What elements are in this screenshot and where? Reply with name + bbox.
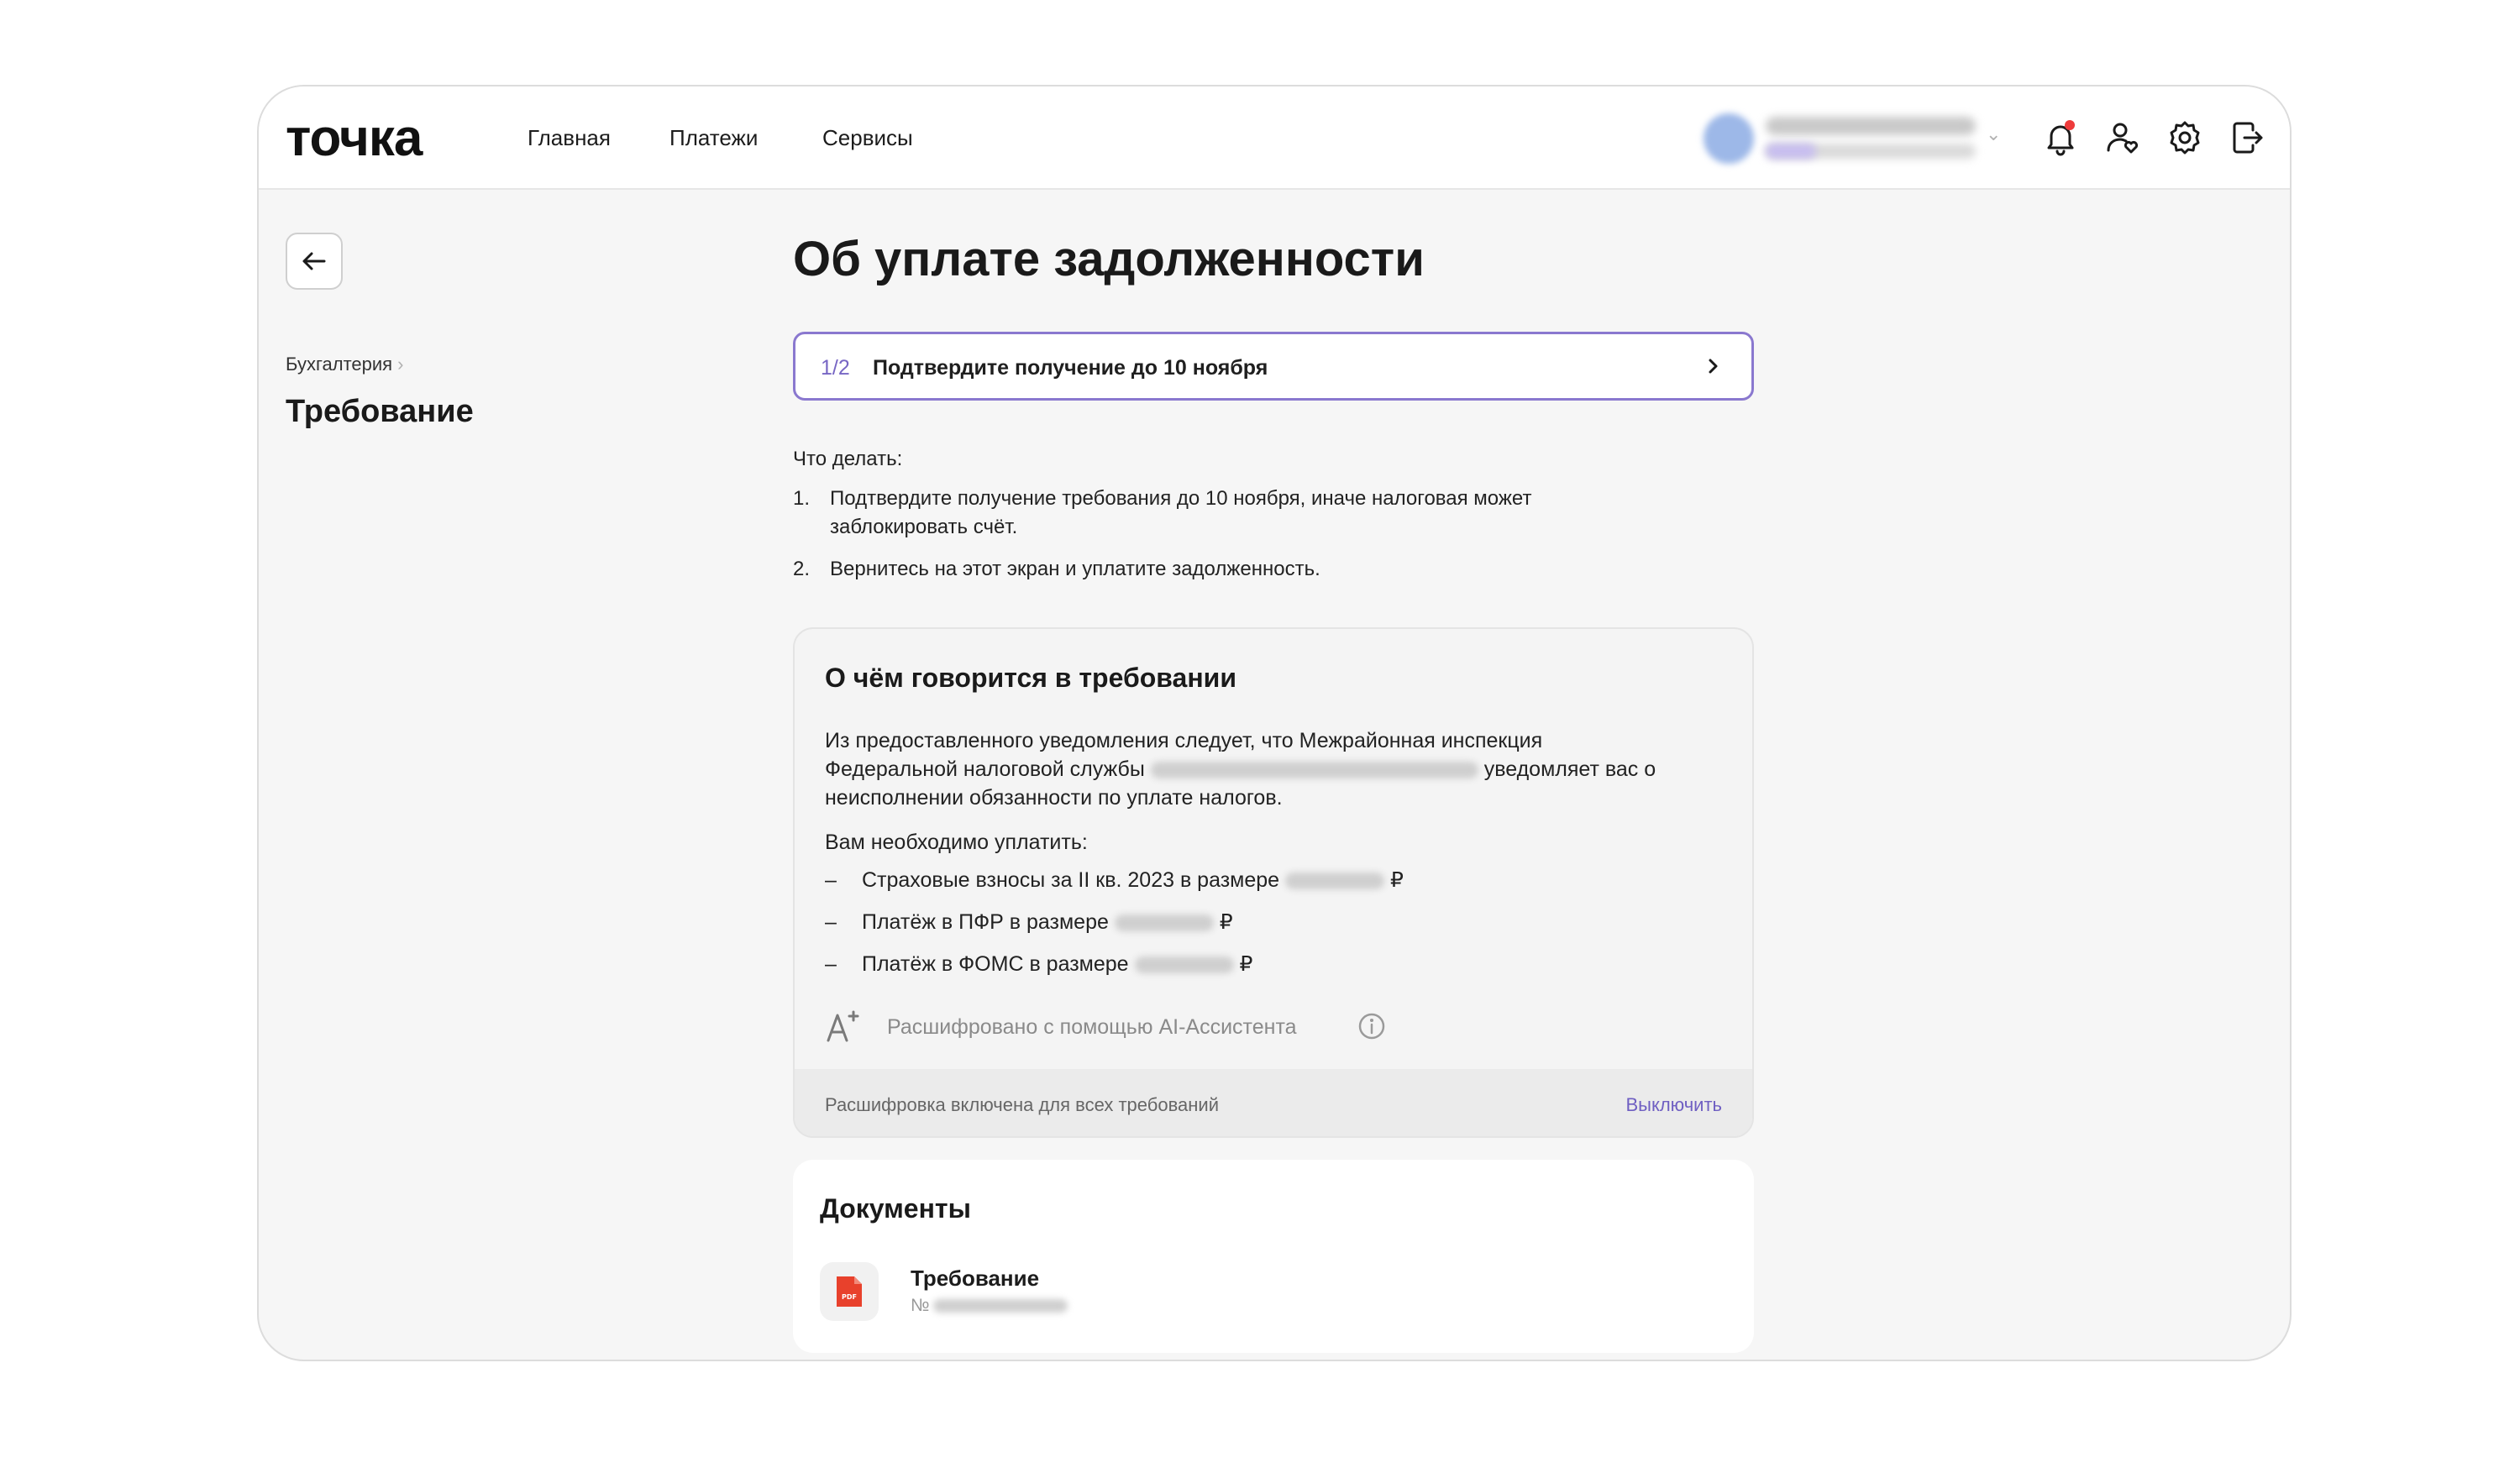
amount-redacted [1134, 957, 1234, 974]
list-dash: – [825, 952, 837, 976]
gear-icon[interactable] [2166, 118, 2204, 157]
notification-dot [2065, 120, 2075, 130]
payment-item: – Страховые взносы за II кв. 2023 в разме… [825, 866, 1404, 894]
pdf-file-icon: PDF [820, 1262, 879, 1321]
bell-icon[interactable] [2041, 118, 2080, 157]
document-name: Требование [911, 1266, 1040, 1291]
disable-button[interactable]: Выключить [1625, 1094, 1722, 1116]
number-prefix: № [911, 1296, 930, 1315]
payment-text: Платёж в ПФР в размере [862, 910, 1109, 934]
info-icon[interactable] [1357, 1012, 1386, 1045]
todo-heading: Что делать: [793, 448, 903, 470]
summary-paragraph: Из предоставленного уведомления следует,… [825, 726, 1665, 812]
ai-sparkle-icon [827, 1010, 859, 1042]
list-dash: – [825, 910, 837, 934]
list-dash: – [825, 868, 837, 892]
svg-text:PDF: PDF [842, 1293, 857, 1301]
document-item[interactable]: PDF Требование № [820, 1260, 1324, 1324]
step-banner[interactable]: 1/2 Подтвердите получение до 10 ноября [793, 332, 1754, 401]
step-label: Подтвердите получение до 10 ноября [873, 356, 1268, 380]
card-footer: Расшифровка включена для всех требований… [795, 1069, 1752, 1136]
todo-number: 2. [793, 558, 811, 580]
todo-text: Вернитесь на этот экран и уплатите задол… [830, 558, 1320, 580]
ai-attribution-text: Расшифровано с помощью AI-Ассистента [887, 1015, 1297, 1039]
nav-item-services[interactable]: Сервисы [822, 125, 913, 151]
inspection-name-redacted [1150, 762, 1478, 779]
nav-item-home[interactable]: Главная [528, 125, 611, 151]
requirement-summary-card: О чём говорится в требовании Из предоста… [793, 627, 1754, 1138]
payment-item: – Платёж в ФОМС в размере ₽ [825, 950, 1252, 978]
currency-sign: ₽ [1389, 868, 1404, 892]
account-switcher[interactable]: ⌄ [1704, 112, 2023, 165]
footer-note: Расшифровка включена для всех требований [825, 1094, 1219, 1115]
chevron-down-icon: ⌄ [1986, 123, 2002, 144]
step-counter: 1/2 [821, 356, 850, 380]
breadcrumb-accounting[interactable]: Бухгалтерия [286, 354, 392, 375]
top-header: точка Главная Платежи Сервисы ⌄ [259, 86, 2290, 190]
app-window: точка Главная Платежи Сервисы ⌄ Бухгалте… [257, 85, 2292, 1361]
nav-item-payments[interactable]: Платежи [669, 125, 758, 151]
todo-text: Подтвердите получение требования до 10 н… [830, 487, 1532, 538]
back-button[interactable] [286, 233, 343, 290]
currency-sign: ₽ [1239, 952, 1253, 976]
arrow-left-icon [302, 252, 326, 270]
document-number-redacted [932, 1299, 1068, 1313]
currency-sign: ₽ [1219, 910, 1233, 934]
documents-title: Документы [820, 1193, 971, 1224]
card-title: О чём говорится в требовании [825, 663, 1236, 693]
amount-redacted [1285, 873, 1385, 890]
logout-icon[interactable] [2228, 118, 2266, 157]
account-tag-redacted [1766, 144, 1816, 159]
user-heart-icon[interactable] [2103, 118, 2142, 157]
logo[interactable]: точка [286, 108, 423, 168]
chevron-right-icon [1701, 354, 1725, 382]
account-name-redacted [1766, 117, 1976, 135]
documents-card: Документы PDF Требование № [793, 1160, 1754, 1353]
todo-number: 1. [793, 487, 811, 510]
avatar [1704, 113, 1754, 164]
breadcrumb: Бухгалтерия › [286, 354, 403, 375]
amount-redacted [1114, 915, 1214, 932]
payment-text: Страховые взносы за II кв. 2023 в размер… [862, 868, 1280, 892]
page-title: Об уплате задолженности [793, 232, 1425, 286]
payment-item: – Платёж в ПФР в размере ₽ [825, 908, 1233, 936]
document-number: № [911, 1296, 1068, 1316]
chevron-right-icon: › [397, 354, 404, 375]
payments-heading: Вам необходимо уплатить: [825, 831, 1088, 854]
payment-text: Платёж в ФОМС в размере [862, 952, 1129, 976]
section-title: Требование [286, 394, 474, 429]
ai-attribution: Расшифровано с помощью AI-Ассистента [825, 1007, 1385, 1046]
